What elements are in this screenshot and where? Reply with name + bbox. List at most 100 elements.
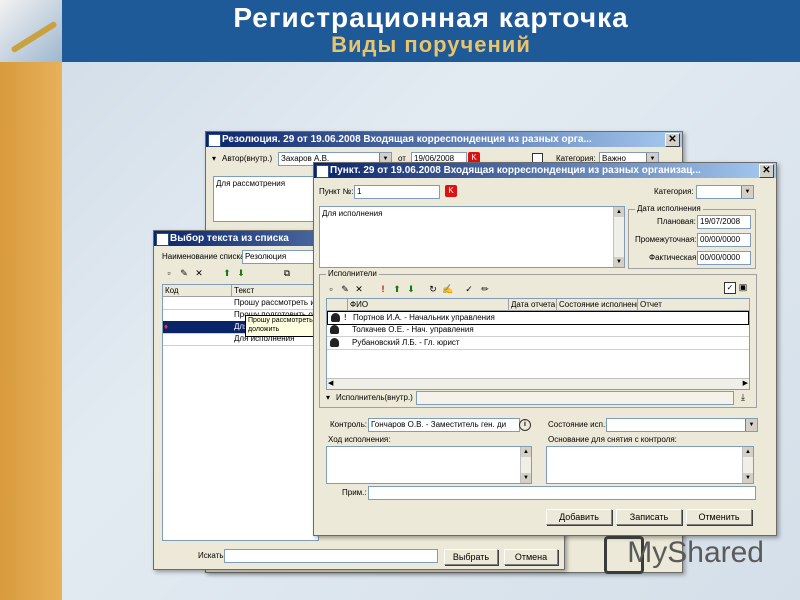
scroll-down-icon[interactable]: ▼ — [614, 257, 624, 267]
sign-icon[interactable]: ✓ — [464, 284, 474, 294]
close-icon[interactable]: ✕ — [759, 164, 774, 178]
col-header-text[interactable]: Текст — [232, 285, 320, 297]
control-field[interactable]: Гончаров О.В. - Заместитель ген. ди — [368, 418, 520, 432]
search-input[interactable] — [224, 549, 438, 563]
point-title: Пункт. 29 от 19.06.2008 Входящая корресп… — [330, 165, 701, 176]
scroll-up-icon[interactable]: ▲ — [521, 447, 531, 457]
checkbox[interactable]: ✓ — [724, 282, 736, 294]
dates-group-title: Дата исполнения — [635, 204, 703, 213]
scroll-up-icon[interactable]: ▲ — [614, 207, 624, 217]
select-button[interactable]: Выбрать — [444, 549, 498, 565]
chevron-down-icon[interactable]: ▾ — [326, 393, 330, 402]
settings-icon[interactable]: ▣ — [738, 282, 748, 292]
point-number-field[interactable]: 1 — [354, 185, 440, 199]
move-down-icon[interactable]: ⬇ — [406, 284, 416, 294]
point-number-label: Пункт №: — [319, 187, 354, 196]
internal-executor-field[interactable] — [416, 391, 734, 405]
text-list-grid: Код Текст Прошу рассмотреть и д Прошу по… — [162, 284, 329, 541]
scroll-down-icon[interactable]: ▼ — [743, 473, 753, 483]
horizontal-scrollbar[interactable]: ◀ ▶ — [327, 378, 749, 389]
new-icon[interactable]: ▫ — [164, 268, 174, 278]
edit-icon[interactable]: ✎ — [179, 268, 189, 278]
executor-row[interactable]: ! Портнов И.А. - Начальник управления — [327, 311, 749, 325]
col-header-report-date[interactable]: Дата отчета — [509, 299, 557, 311]
progress-field[interactable]: ▲ ▼ — [326, 446, 532, 484]
select-title: Выбор текста из списка — [170, 233, 289, 244]
interim-date-field[interactable]: 00/00/0000 — [697, 233, 751, 247]
priority-icon[interactable]: ! — [378, 284, 388, 294]
col-header-code[interactable]: Код — [163, 285, 232, 297]
progress-label: Ход исполнения: — [328, 435, 391, 444]
watermark-text: MyShared — [627, 536, 764, 569]
category-label: Категория: — [654, 187, 694, 196]
actual-label: Фактическая: — [649, 253, 699, 262]
slide-subtitle: Виды поручений — [331, 32, 531, 57]
copy-icon[interactable]: ⧉ — [282, 268, 292, 278]
slide-title: Регистрационная карточка — [233, 2, 629, 33]
delete-icon[interactable]: ✕ — [194, 268, 204, 278]
dropdown-arrow-icon[interactable]: ▼ — [745, 419, 757, 431]
executor-row[interactable]: Толкачев О.Е. - Нач. управления — [327, 324, 749, 337]
resolution-titlebar: Резолюция. 29 от 19.06.2008 Входящая кор… — [206, 132, 682, 147]
scrollbar[interactable]: ▲ ▼ — [742, 447, 753, 483]
point-text-value: Для исполнения — [322, 209, 383, 218]
executor-name: Рубановский Л.Б. - Гл. юрист — [352, 338, 460, 347]
person-icon — [331, 313, 340, 322]
clear-icon[interactable]: K — [445, 185, 457, 197]
executor-name: Портнов И.А. - Начальник управления — [353, 313, 495, 322]
add-button[interactable]: Добавить — [546, 509, 612, 525]
scroll-up-icon[interactable]: ▲ — [743, 447, 753, 457]
dropdown-arrow-icon[interactable]: ▼ — [741, 186, 753, 198]
basis-label: Основание для снятия с контроля: — [548, 435, 677, 444]
executors-grid: ФИО Дата отчета Состояние исполнения Отч… — [326, 298, 750, 390]
move-up-icon[interactable]: ⬆ — [222, 268, 232, 278]
actual-date-field[interactable]: 00/00/0000 — [697, 251, 751, 265]
scroll-down-icon[interactable]: ▼ — [521, 473, 531, 483]
info-icon[interactable]: i — [519, 419, 531, 431]
move-up-icon[interactable]: ⬆ — [392, 284, 402, 294]
selected-marker-icon: ♦ — [164, 322, 169, 331]
executors-group: Исполнители ▫ ✎ ✕ ! ⬆ ⬇ ↻ ✍ ✓ ✏ ✓ ▣ ФИО … — [319, 269, 757, 408]
report-icon[interactable]: ✏ — [480, 284, 490, 294]
close-icon[interactable]: ✕ — [665, 133, 680, 147]
category-field[interactable]: ▼ — [696, 185, 754, 199]
cancel-button[interactable]: Отменить — [686, 509, 752, 525]
assign-icon[interactable]: ✍ — [442, 284, 453, 294]
scroll-right-icon[interactable]: ▶ — [743, 379, 748, 387]
scrollbar[interactable]: ▲ ▼ — [520, 447, 531, 483]
note-field[interactable] — [368, 486, 756, 500]
executor-priority-mark: ! — [344, 313, 347, 322]
chevron-down-icon[interactable]: ▾ — [212, 154, 216, 163]
point-text[interactable]: Для исполнения ▲ ▼ — [319, 206, 625, 268]
delete-icon[interactable]: ✕ — [354, 284, 364, 294]
point-window: Пункт. 29 от 19.06.2008 Входящая корресп… — [313, 162, 777, 536]
edit-icon[interactable]: ✎ — [340, 284, 350, 294]
list-name-field[interactable]: Резолюция — [242, 250, 316, 264]
scroll-left-icon[interactable]: ◀ — [328, 379, 333, 387]
col-header-fio[interactable]: ФИО — [348, 299, 509, 311]
executors-group-title: Исполнители — [326, 269, 379, 278]
col-header-status[interactable]: Состояние исполнения — [557, 299, 638, 311]
new-icon[interactable]: ▫ — [326, 284, 336, 294]
person-icon — [330, 325, 339, 334]
download-icon[interactable]: ⤓ — [738, 392, 748, 402]
cancel-button[interactable]: Отмена — [504, 549, 558, 565]
status-field[interactable]: ▼ — [606, 418, 758, 432]
basis-field[interactable]: ▲ ▼ — [546, 446, 754, 484]
planned-date-field[interactable]: 19/07/2008 — [697, 215, 751, 229]
dates-group: Дата исполнения Плановая: 19/07/2008 Про… — [628, 204, 756, 269]
executor-row[interactable]: Рубановский Л.Б. - Гл. юрист — [327, 337, 749, 350]
internal-executor-label: Исполнитель(внутр.) — [336, 393, 413, 402]
save-button[interactable]: Записать — [616, 509, 682, 525]
col-header-report[interactable]: Отчет — [638, 299, 750, 311]
author-label: Автор(внутр.) — [222, 154, 273, 163]
scrollbar[interactable]: ▲ ▼ — [613, 207, 624, 267]
status-label: Состояние исп.: — [548, 420, 608, 429]
planned-label: Плановая: — [657, 217, 696, 226]
control-label: Контроль: — [330, 420, 367, 429]
interim-label: Промежуточная: — [635, 235, 697, 244]
window-icon — [156, 233, 169, 246]
refresh-icon[interactable]: ↻ — [428, 284, 438, 294]
resolution-title: Резолюция. 29 от 19.06.2008 Входящая кор… — [222, 134, 592, 145]
move-down-icon[interactable]: ⬇ — [236, 268, 246, 278]
